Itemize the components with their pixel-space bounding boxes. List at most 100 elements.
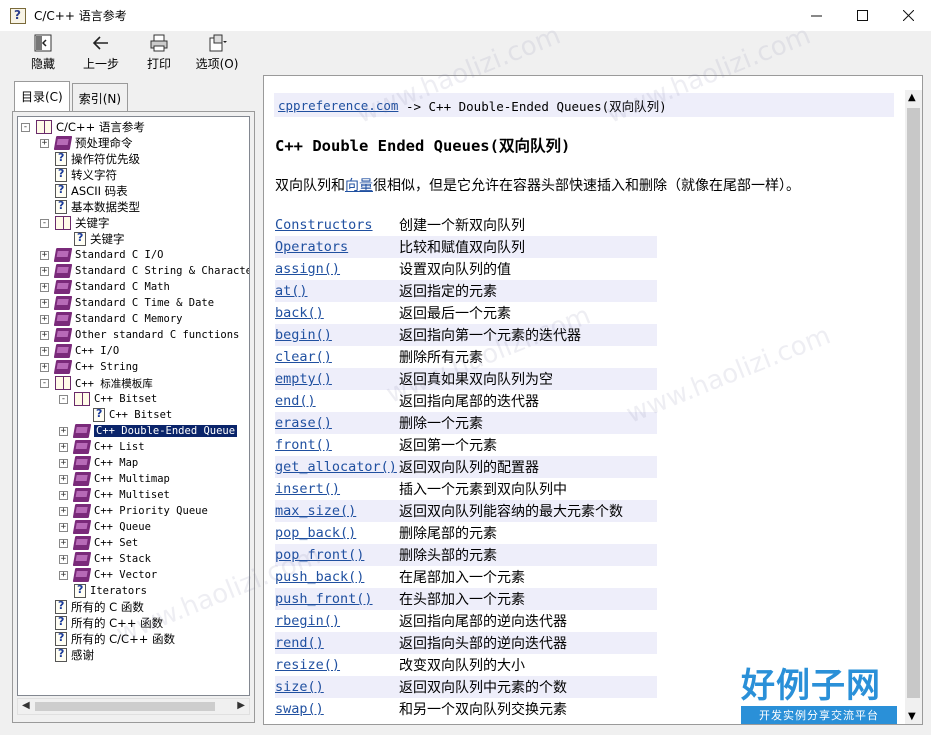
tree-item[interactable]: 基本数据类型 <box>40 199 140 215</box>
vector-link[interactable]: 向量 <box>345 178 373 194</box>
function-link[interactable]: size() <box>275 679 399 695</box>
function-link[interactable]: get_allocator() <box>275 459 399 475</box>
tree-item[interactable]: + C++ I/O <box>40 343 119 359</box>
vertical-scroll-thumb[interactable] <box>907 108 920 698</box>
expand-icon[interactable]: + <box>40 346 49 356</box>
hide-button[interactable]: 隐藏 <box>14 31 72 75</box>
options-button[interactable]: 选项(O) <box>188 31 246 75</box>
vertical-scrollbar[interactable]: ▲ ▼ <box>905 90 922 724</box>
function-link[interactable]: back() <box>275 305 399 321</box>
tree-item[interactable]: + C++ Stack <box>59 551 151 567</box>
tree-item[interactable]: + Standard C String & Character <box>40 263 249 279</box>
close-button[interactable] <box>885 0 931 31</box>
tree-item[interactable]: + C++ Set <box>59 535 138 551</box>
collapse-icon[interactable]: - <box>40 378 49 388</box>
function-link[interactable]: at() <box>275 283 399 299</box>
tree-item[interactable]: Iterators <box>59 583 147 599</box>
horizontal-scroll-thumb[interactable] <box>35 702 215 711</box>
expand-icon[interactable]: + <box>40 138 49 148</box>
expand-icon[interactable]: + <box>59 522 68 532</box>
tree-item[interactable]: 所有的 C/C++ 函数 <box>40 631 175 647</box>
expand-icon[interactable]: + <box>59 458 68 468</box>
scroll-right-icon[interactable]: ▶ <box>237 700 245 711</box>
horizontal-scrollbar[interactable]: ◀ ▶ <box>17 698 250 715</box>
function-link[interactable]: resize() <box>275 657 399 673</box>
expand-icon[interactable]: + <box>59 554 68 564</box>
tree-item[interactable]: 转义字符 <box>40 167 117 183</box>
tree-item[interactable]: 关键字 <box>59 231 125 247</box>
function-link[interactable]: push_front() <box>275 591 399 607</box>
tree-item[interactable]: + C++ Double-Ended Queue <box>59 423 239 439</box>
tree-item[interactable]: + C++ List <box>59 439 145 455</box>
expand-icon[interactable]: + <box>59 490 68 500</box>
function-link[interactable]: clear() <box>275 349 399 365</box>
scroll-left-icon[interactable]: ◀ <box>22 700 30 711</box>
tree-item[interactable]: + C++ Queue <box>59 519 151 535</box>
tree-item[interactable]: + Standard C I/O <box>40 247 164 263</box>
tree-item[interactable]: 感谢 <box>40 647 94 663</box>
function-link[interactable]: Operators <box>275 239 399 255</box>
function-link[interactable]: end() <box>275 393 399 409</box>
function-link[interactable]: front() <box>275 437 399 453</box>
function-link[interactable]: rbegin() <box>275 613 399 629</box>
tree-item[interactable]: + C++ Multiset <box>59 487 170 503</box>
function-link[interactable]: pop_back() <box>275 525 399 541</box>
function-link[interactable]: rend() <box>275 635 399 651</box>
function-link[interactable]: erase() <box>275 415 399 431</box>
tree-item[interactable]: 所有的 C 函数 <box>40 599 144 615</box>
expand-icon[interactable]: + <box>40 266 49 276</box>
tree-item[interactable]: + C++ Priority Queue <box>59 503 208 519</box>
tree-item[interactable]: + C++ Map <box>59 455 138 471</box>
tab-index[interactable]: 索引(N) <box>71 83 129 111</box>
expand-icon[interactable]: + <box>59 426 68 436</box>
function-link[interactable]: pop_front() <box>275 547 399 563</box>
tree-item[interactable]: + C++ Multimap <box>59 471 170 487</box>
contents-tree[interactable]: - C/C++ 语言参考 + 预处理命令操作符优先级转义字符 ASCII 码表基本数据类… <box>17 116 250 696</box>
tab-contents[interactable]: 目录(C) <box>14 81 70 111</box>
expand-icon[interactable]: + <box>40 282 49 292</box>
maximize-button[interactable] <box>839 0 885 31</box>
tree-item[interactable]: + C++ String <box>40 359 138 375</box>
function-link[interactable]: push_back() <box>275 569 399 585</box>
breadcrumb-home-link[interactable]: cppreference.com <box>278 98 398 113</box>
function-link[interactable]: max_size() <box>275 503 399 519</box>
scroll-down-icon[interactable]: ▼ <box>908 711 916 722</box>
function-link[interactable]: Constructors <box>275 217 399 233</box>
back-button[interactable]: 上一步 <box>72 31 130 75</box>
expand-icon[interactable]: + <box>59 442 68 452</box>
tree-item[interactable]: + Standard C Time & Date <box>40 295 214 311</box>
expand-icon[interactable]: + <box>40 298 49 308</box>
tree-item[interactable]: - 关键字 <box>40 215 110 231</box>
collapse-icon[interactable]: - <box>40 218 49 228</box>
expand-icon[interactable]: + <box>59 474 68 484</box>
function-link[interactable]: insert() <box>275 481 399 497</box>
expand-icon[interactable]: + <box>40 330 49 340</box>
function-link[interactable]: empty() <box>275 371 399 387</box>
tree-item[interactable]: C++ Bitset <box>78 407 172 423</box>
expand-icon[interactable]: + <box>59 570 68 580</box>
tree-item[interactable]: ASCII 码表 <box>40 183 128 199</box>
minimize-button[interactable] <box>793 0 839 31</box>
expand-icon[interactable]: + <box>59 506 68 516</box>
expand-icon[interactable]: + <box>59 538 68 548</box>
collapse-icon[interactable]: - <box>59 394 68 404</box>
expand-icon[interactable]: + <box>40 250 49 260</box>
tree-item[interactable]: + 预处理命令 <box>40 135 133 151</box>
tree-item[interactable]: 所有的 C++ 函数 <box>40 615 163 631</box>
tree-item[interactable]: - C++ Bitset <box>59 391 157 407</box>
tree-item[interactable]: + Standard C Memory <box>40 311 182 327</box>
tree-item[interactable]: - C++ 标准模板库 <box>40 375 153 391</box>
tree-item[interactable]: 操作符优先级 <box>40 151 140 167</box>
tree-item[interactable]: + Standard C Math <box>40 279 170 295</box>
tree-item[interactable]: + Other standard C functions <box>40 327 239 343</box>
expand-icon[interactable]: + <box>40 362 49 372</box>
print-button[interactable]: 打印 <box>130 31 188 75</box>
function-link[interactable]: assign() <box>275 261 399 277</box>
function-link[interactable]: swap() <box>275 701 399 717</box>
expand-icon[interactable]: + <box>40 314 49 324</box>
tree-item[interactable]: - C/C++ 语言参考 <box>21 119 145 135</box>
tree-item[interactable]: + C++ Vector <box>59 567 157 583</box>
function-link[interactable]: begin() <box>275 327 399 343</box>
scroll-up-icon[interactable]: ▲ <box>908 92 916 103</box>
collapse-icon[interactable]: - <box>21 122 30 132</box>
